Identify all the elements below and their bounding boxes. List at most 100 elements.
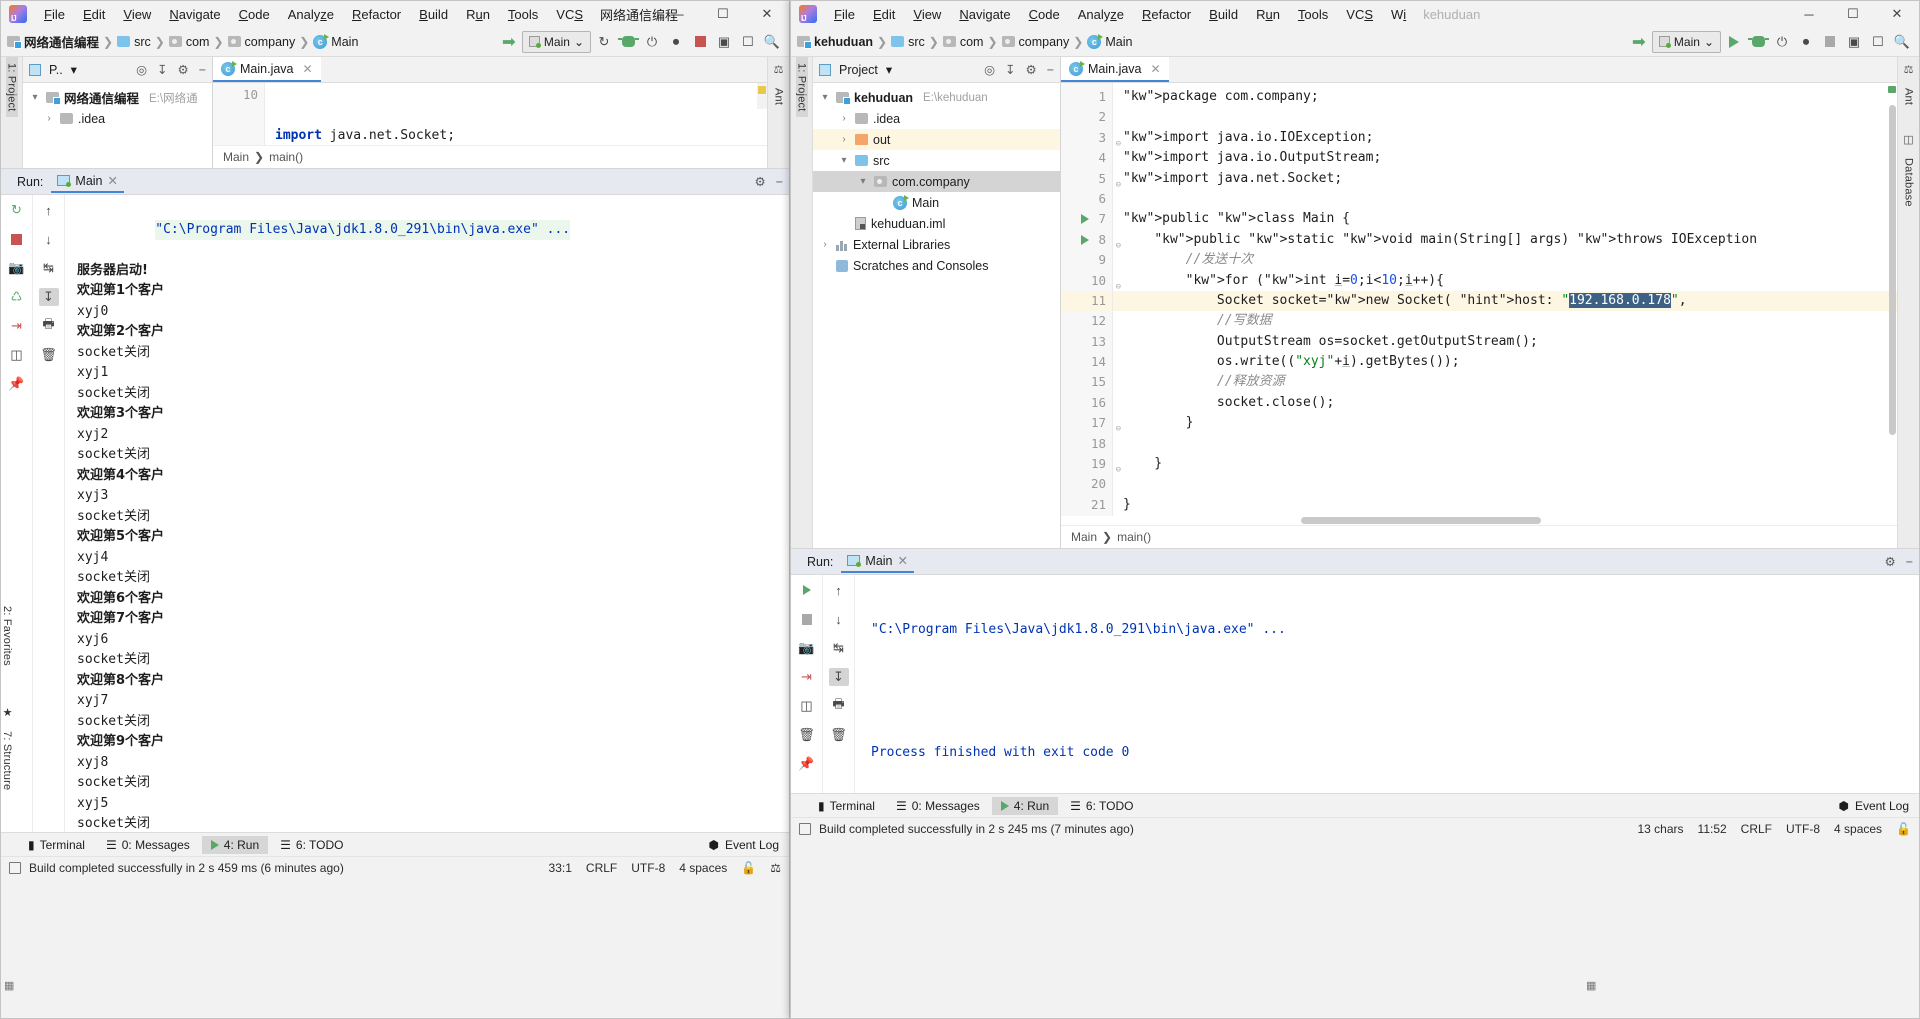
indent[interactable]: 4 spaces bbox=[1834, 822, 1882, 836]
tree-node-main[interactable]: c Main bbox=[813, 192, 1060, 213]
code-line[interactable]: //写数据 bbox=[1123, 311, 1897, 331]
code-line[interactable]: "kw">public "kw">static "kw">void main(S… bbox=[1123, 230, 1897, 250]
run-configuration-selector[interactable]: Main ⌄ bbox=[1651, 30, 1721, 53]
scroll-up-icon[interactable]: ↑ bbox=[829, 581, 849, 599]
menu-build[interactable]: Build bbox=[410, 5, 457, 24]
hide-icon[interactable]: − bbox=[199, 63, 206, 77]
chevron-right-icon[interactable]: › bbox=[838, 113, 850, 124]
breadcrumb-item-com[interactable]: com bbox=[960, 35, 984, 49]
right-code-text[interactable]: "kw">package com.company; "kw">import ja… bbox=[1113, 83, 1897, 516]
soft-wrap-icon[interactable]: ↹ bbox=[39, 259, 59, 277]
menu-refactor[interactable]: Refactor bbox=[343, 5, 410, 24]
debug-icon[interactable] bbox=[1747, 31, 1769, 53]
caret-position[interactable]: 33:1 bbox=[549, 861, 572, 875]
back-arrow-icon[interactable]: ➟ bbox=[498, 31, 520, 53]
code-line[interactable]: os.write(("xyj"+i).getBytes()); bbox=[1123, 352, 1897, 372]
soft-wrap-icon[interactable]: ↹ bbox=[829, 639, 849, 657]
camera-icon[interactable]: 📷 bbox=[797, 639, 817, 657]
indent[interactable]: 4 spaces bbox=[679, 861, 727, 875]
left-code-area[interactable]: 10 import import java.net.Socket;java.ne… bbox=[213, 83, 767, 145]
tab-main-java[interactable]: c Main.java ✕ bbox=[213, 57, 321, 82]
menu-run[interactable]: Run bbox=[457, 5, 499, 24]
hide-icon[interactable]: − bbox=[1906, 555, 1913, 569]
thread-dump-icon[interactable]: ♺ bbox=[7, 288, 27, 306]
encoding[interactable]: UTF-8 bbox=[631, 861, 665, 875]
maximize-button[interactable]: ☐ bbox=[1831, 1, 1875, 27]
hscroll-thumb[interactable] bbox=[1301, 517, 1541, 524]
bottom-tab-terminal[interactable]: ▮ Terminal bbox=[19, 836, 94, 854]
locate-icon[interactable]: ◎ bbox=[136, 62, 147, 77]
scroll-down-icon[interactable]: ↓ bbox=[39, 230, 59, 248]
search-icon[interactable]: 🔍 bbox=[1891, 31, 1913, 53]
minimize-button[interactable]: ─ bbox=[1787, 1, 1831, 27]
left-console-output[interactable]: "C:\Program Files\Java\jdk1.8.0_291\bin\… bbox=[65, 195, 789, 832]
delete-icon[interactable]: 🗑 bbox=[829, 726, 849, 744]
restore-layout-icon[interactable]: ⇥ bbox=[797, 668, 817, 686]
console-view-icon[interactable]: ◫ bbox=[7, 346, 27, 364]
tab-main-java[interactable]: c Main.java ✕ bbox=[1061, 57, 1169, 82]
bottom-tab-messages[interactable]: ☰ 0: Messages bbox=[887, 797, 989, 815]
code-line[interactable] bbox=[1123, 434, 1897, 454]
console-view-icon[interactable]: ◫ bbox=[797, 697, 817, 715]
collapse-all-icon[interactable]: ↧ bbox=[157, 62, 167, 77]
breadcrumb-item-project[interactable]: 网络通信编程 bbox=[24, 32, 99, 51]
camera-icon[interactable]: 📷 bbox=[7, 259, 27, 277]
breadcrumb-item-src[interactable]: src bbox=[908, 35, 925, 49]
breadcrumb-item-src[interactable]: src bbox=[134, 35, 151, 49]
code-line[interactable]: "kw">import java.net.Socket; bbox=[1123, 169, 1897, 189]
layout-icon[interactable]: ▦ bbox=[1586, 979, 1596, 992]
tree-node-scratches-and-consoles[interactable]: Scratches and Consoles bbox=[813, 255, 1060, 276]
right-event-log[interactable]: ⬢ Event Log bbox=[1838, 799, 1919, 813]
editor-vertical-scrollbar[interactable] bbox=[1887, 83, 1897, 516]
collapse-all-icon[interactable]: ↧ bbox=[1005, 62, 1015, 77]
scroll-to-end-icon[interactable]: ↧ bbox=[828, 668, 849, 686]
menu-analyze[interactable]: Analyze bbox=[1069, 5, 1133, 24]
code-line[interactable]: "kw">import java.io.IOException; bbox=[1123, 128, 1897, 148]
breadcrumb-item-company[interactable]: company bbox=[245, 35, 296, 49]
code-line[interactable]: "kw">for ("kw">int i=0;i<10;i++){ bbox=[1123, 271, 1897, 291]
breadcrumb-class[interactable]: Main bbox=[223, 150, 249, 164]
layout-icon[interactable]: ▦ bbox=[4, 979, 14, 992]
menu-navigate[interactable]: Navigate bbox=[950, 5, 1019, 24]
stop-icon[interactable] bbox=[689, 31, 711, 53]
chevron-right-icon[interactable]: › bbox=[43, 113, 55, 124]
menu-tools[interactable]: Tools bbox=[499, 5, 547, 24]
tree-node-src[interactable]: ▾ src bbox=[813, 150, 1060, 171]
tool-tab-project[interactable]: 1: Project bbox=[5, 57, 18, 118]
tool-tab-structure[interactable]: 7: Structure bbox=[1, 725, 13, 796]
tree-node-out[interactable]: › out bbox=[813, 129, 1060, 150]
settings-sync-icon[interactable]: ☐ bbox=[737, 31, 759, 53]
menu-edit[interactable]: Edit bbox=[864, 5, 904, 24]
bottom-tab-messages[interactable]: ☰ 0: Messages bbox=[97, 836, 199, 854]
build-icon[interactable]: ↻ bbox=[593, 31, 615, 53]
chevron-down-icon[interactable]: ▾ bbox=[819, 92, 831, 103]
print-icon[interactable]: 🖶 bbox=[829, 696, 849, 715]
project-panel-title[interactable]: P.. bbox=[49, 63, 63, 77]
bottom-tab-run[interactable]: 4: Run bbox=[991, 796, 1059, 815]
stop-icon[interactable] bbox=[797, 610, 817, 628]
breadcrumb-item-project[interactable]: kehuduan bbox=[814, 35, 873, 49]
gear-icon[interactable]: ⚙ bbox=[1025, 62, 1036, 77]
menu-file[interactable]: File bbox=[35, 5, 74, 24]
code-line[interactable] bbox=[1123, 474, 1897, 494]
menu-view[interactable]: View bbox=[904, 5, 950, 24]
bottom-tab-todo[interactable]: ☰ 6: TODO bbox=[1061, 797, 1142, 815]
run-gutter-icon[interactable] bbox=[1081, 234, 1089, 245]
breadcrumb-method[interactable]: main() bbox=[269, 150, 303, 164]
line-separator[interactable]: CRLF bbox=[1741, 822, 1772, 836]
menu-tools[interactable]: Tools bbox=[1289, 5, 1337, 24]
menu-code[interactable]: Code bbox=[1020, 5, 1069, 24]
bottom-tab-run[interactable]: 4: Run bbox=[201, 835, 269, 854]
chevron-down-icon[interactable]: ▾ bbox=[838, 155, 850, 166]
tree-node-external-libraries[interactable]: › External Libraries bbox=[813, 234, 1060, 255]
gear-icon[interactable]: ⚙ bbox=[1884, 554, 1895, 569]
code-line[interactable]: socket.close(); bbox=[1123, 393, 1897, 413]
run-tab-main[interactable]: Main ✕ bbox=[51, 170, 124, 193]
tool-tab-ant[interactable]: Ant bbox=[1903, 82, 1915, 111]
menu-build[interactable]: Build bbox=[1200, 5, 1247, 24]
update-project-icon[interactable]: ▣ bbox=[713, 31, 735, 53]
stop-icon[interactable] bbox=[1819, 31, 1841, 53]
lock-icon[interactable]: 🔓 bbox=[741, 861, 756, 875]
search-icon[interactable]: 🔍 bbox=[761, 31, 783, 53]
menu-window[interactable]: Wi bbox=[1382, 5, 1415, 24]
